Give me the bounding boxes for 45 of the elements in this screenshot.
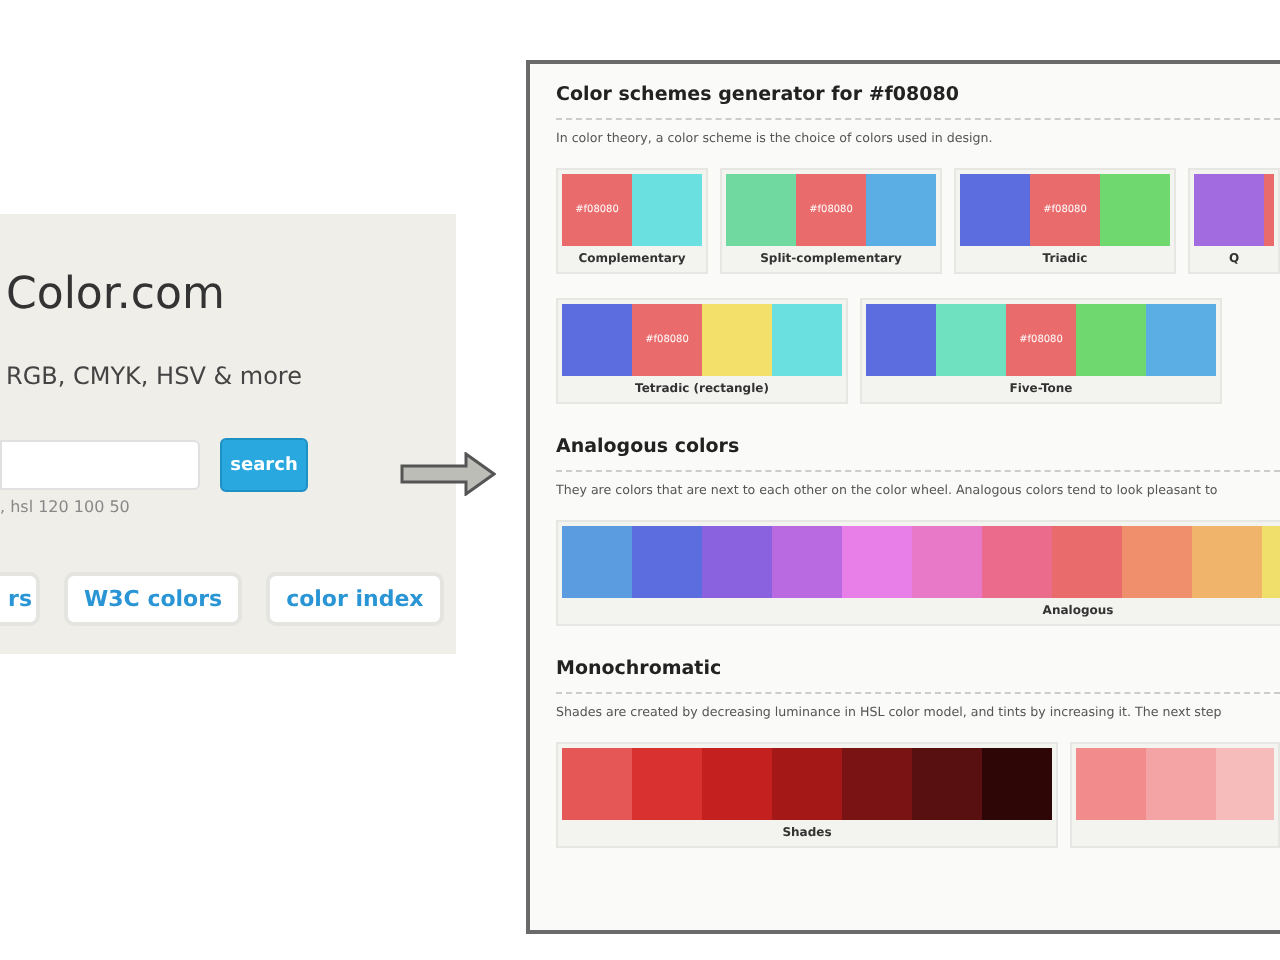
- color-swatch[interactable]: [562, 526, 632, 598]
- color-swatch[interactable]: [982, 526, 1052, 598]
- color-swatch[interactable]: [1194, 174, 1264, 246]
- color-swatch[interactable]: [866, 174, 936, 246]
- search-button[interactable]: search: [220, 438, 308, 492]
- color-swatch[interactable]: [1192, 526, 1262, 598]
- color-swatch[interactable]: [726, 174, 796, 246]
- color-swatch[interactable]: [842, 748, 912, 820]
- nav-link-button[interactable]: rs: [0, 572, 40, 626]
- color-swatch[interactable]: [936, 304, 1006, 376]
- color-swatch[interactable]: [912, 526, 982, 598]
- search-hint: , hsl 120 100 50: [0, 498, 132, 516]
- color-swatch[interactable]: [1146, 748, 1216, 820]
- site-subtitle: RGB, CMYK, HSV & more: [6, 362, 304, 390]
- color-swatch[interactable]: [912, 748, 982, 820]
- color-swatch[interactable]: [702, 304, 772, 376]
- color-swatch[interactable]: [632, 748, 702, 820]
- nav-link-button[interactable]: color index: [266, 572, 444, 626]
- color-swatch[interactable]: [632, 526, 702, 598]
- section-heading: Analogous colors: [556, 436, 1280, 472]
- color-swatch[interactable]: [1052, 526, 1122, 598]
- color-swatch[interactable]: [1122, 526, 1192, 598]
- color-swatch[interactable]: [960, 174, 1030, 246]
- color-swatch[interactable]: [772, 748, 842, 820]
- site-title: Color.com: [6, 270, 227, 324]
- color-swatch[interactable]: [1216, 748, 1274, 820]
- color-swatch[interactable]: [562, 304, 632, 376]
- color-swatch[interactable]: [772, 526, 842, 598]
- color-swatch[interactable]: [1076, 748, 1146, 820]
- color-swatch[interactable]: [842, 526, 912, 598]
- color-swatch[interactable]: [702, 748, 772, 820]
- color-swatch[interactable]: [562, 748, 632, 820]
- color-swatch[interactable]: [772, 304, 842, 376]
- section-heading: Monochromatic: [556, 658, 1280, 694]
- color-swatch[interactable]: [982, 748, 1052, 820]
- color-swatch[interactable]: [866, 304, 936, 376]
- color-swatch[interactable]: [1100, 174, 1170, 246]
- color-swatch[interactable]: [632, 174, 702, 246]
- nav-link-button[interactable]: W3C colors: [64, 572, 243, 626]
- arrow-icon: [400, 452, 496, 496]
- section-heading: Color schemes generator for #f08080: [556, 84, 1280, 120]
- color-swatch[interactable]: [702, 526, 772, 598]
- search-field[interactable]: [0, 440, 200, 490]
- color-swatch[interactable]: [1076, 304, 1146, 376]
- color-swatch[interactable]: [1146, 304, 1216, 376]
